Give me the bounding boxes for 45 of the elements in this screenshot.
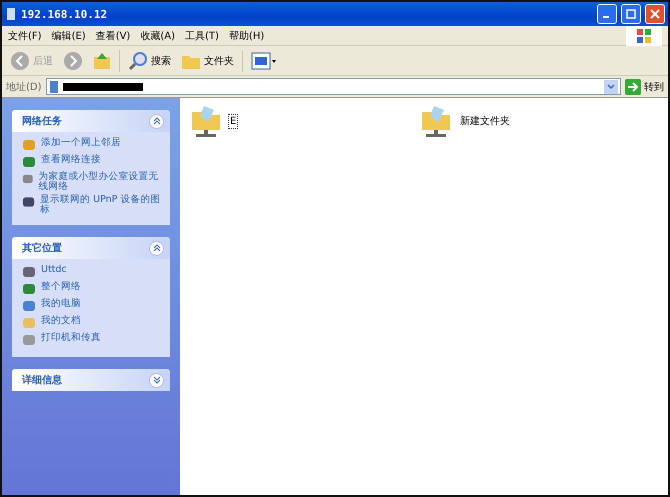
maximize-icon xyxy=(626,9,636,19)
window-title: 192.168.10.12 xyxy=(21,8,108,20)
panel-title: 网络任务 xyxy=(22,114,62,128)
menu-item[interactable]: 帮助(H) xyxy=(228,28,264,42)
windows-logo xyxy=(626,26,662,46)
up-folder-icon xyxy=(93,50,111,70)
maximize-button[interactable] xyxy=(621,4,641,24)
folder-name[interactable]: E xyxy=(228,114,238,128)
shared-folder-icon xyxy=(420,104,452,138)
panel-title: 其它位置 xyxy=(22,241,62,255)
task-link[interactable]: 我的文档 xyxy=(41,316,81,326)
menu-item[interactable]: 查看(V) xyxy=(96,28,130,42)
chevron-button[interactable] xyxy=(149,372,164,388)
minimize-button[interactable] xyxy=(597,4,617,24)
menu-item[interactable]: 收藏(A) xyxy=(140,28,175,42)
views-button[interactable] xyxy=(249,50,279,72)
go-button[interactable]: 转到 xyxy=(625,78,664,94)
chevron-icon xyxy=(152,376,160,384)
chevron-button[interactable] xyxy=(149,240,164,256)
views-icon xyxy=(251,52,277,70)
task-link[interactable]: 为家庭或小型办公室设置无线网络 xyxy=(38,172,162,192)
chevron-icon xyxy=(152,244,160,252)
chevron-button[interactable] xyxy=(149,114,164,128)
menu-item[interactable]: 文件(F) xyxy=(8,28,42,42)
task-link[interactable]: 显示联网的 UPnP 设备的图标 xyxy=(40,195,162,215)
task-link[interactable]: 打印机和传真 xyxy=(41,333,101,343)
task-link[interactable]: 整个网络 xyxy=(41,282,81,292)
address-field[interactable] xyxy=(46,78,621,95)
menu-item[interactable]: 编辑(E) xyxy=(52,28,86,42)
close-button[interactable] xyxy=(645,4,665,24)
task-link[interactable]: 我的电脑 xyxy=(41,299,81,309)
menu-item[interactable]: 工具(T) xyxy=(185,28,219,42)
search-button[interactable]: 搜索 xyxy=(126,48,173,72)
folders-button[interactable]: 文件夹 xyxy=(179,50,236,72)
go-arrow-icon xyxy=(625,78,641,94)
shared-folder-icon xyxy=(190,104,222,138)
task-link[interactable]: Uttdc xyxy=(41,265,67,275)
folder-name[interactable]: 新建文件夹 xyxy=(458,112,512,130)
search-icon xyxy=(128,50,148,70)
address-label: 地址(D) xyxy=(6,80,42,94)
chevron-icon xyxy=(152,117,160,125)
close-icon xyxy=(650,9,660,19)
task-link[interactable]: 添加一个网上邻居 xyxy=(41,138,121,148)
task-link[interactable]: 查看网络连接 xyxy=(41,155,101,165)
panel-title: 详细信息 xyxy=(22,373,62,387)
